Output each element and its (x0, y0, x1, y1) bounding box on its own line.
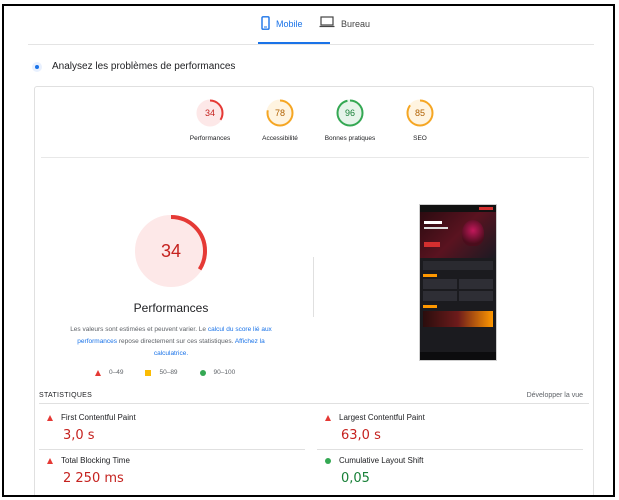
green-circle-icon (199, 369, 206, 376)
description-text-2: repose directement sur ces statistiques. (117, 338, 235, 345)
main-performance-gauge: 34 (134, 214, 208, 288)
gauge-score: 96 (344, 108, 355, 118)
sparkle-icon (32, 61, 42, 72)
thumbnail-header (420, 205, 496, 212)
tabs-divider (28, 44, 594, 45)
legend-pass-label: 90–100 (213, 369, 236, 376)
gauge-label: Accessibilité (262, 135, 298, 142)
report-card: 34 Performances 78 Accessibilité 96 Bonn… (34, 86, 594, 495)
thumbnail-section (423, 274, 437, 277)
gauge-accessibility[interactable]: 78 Accessibilité (245, 99, 315, 142)
metric-lcp: Largest Contentful Paint 63,0 s (317, 413, 547, 443)
main-score-value: 34 (160, 241, 182, 261)
legend-fail-label: 0–49 (109, 369, 124, 376)
orange-square-icon (145, 369, 152, 376)
metric-cls: Cumulative Layout Shift 0,05 (317, 456, 547, 486)
pagespeed-report: Mobile Bureau Analysez les problèmes de … (2, 4, 615, 497)
gauge-label: Performances (189, 135, 231, 142)
metric-value: 3,0 s (63, 428, 95, 443)
gauge-seo[interactable]: 85 SEO (385, 99, 455, 142)
tab-desktop-label: Bureau (341, 19, 371, 29)
legend-fail: 0–49 (95, 369, 123, 376)
red-triangle-icon (95, 369, 101, 376)
score-gauges: 34 Performances 78 Accessibilité 96 Bonn… (35, 99, 593, 159)
metric-value: 2 250 ms (63, 471, 124, 486)
metric-label: Cumulative Layout Shift (339, 456, 424, 465)
tab-desktop[interactable]: Bureau (319, 16, 370, 44)
expand-view-toggle[interactable]: Développer la vue (527, 392, 583, 399)
red-triangle-icon (47, 457, 53, 464)
thumbnail-hero (420, 212, 496, 258)
stats-divider (39, 403, 589, 404)
thumbnail-row (423, 261, 493, 270)
metric-label: Total Blocking Time (61, 456, 130, 465)
green-circle-icon (325, 457, 331, 464)
metric-value: 0,05 (341, 471, 370, 486)
score-description: Les valeurs sont estimées et peuvent var… (61, 324, 281, 360)
metric-divider (39, 449, 305, 450)
card-divider (41, 157, 589, 158)
metric-label: First Contentful Paint (61, 413, 136, 422)
stats-header: STATISTIQUES (39, 392, 93, 399)
thumbnail-section (423, 305, 437, 308)
main-score-title: Performances (133, 301, 209, 315)
thumbnail-banner (423, 311, 493, 327)
laptop-icon (319, 16, 335, 28)
device-tabs: Mobile Bureau (4, 6, 613, 45)
legend-average: 50–89 (145, 369, 178, 376)
metric-value: 63,0 s (341, 428, 381, 443)
section-heading: Analysez les problèmes de performances (32, 61, 235, 72)
metric-tbt: Total Blocking Time 2 250 ms (39, 456, 269, 486)
legend-average-label: 50–89 (159, 369, 178, 376)
gauge-score: 85 (414, 108, 425, 118)
score-legend: 0–49 50–89 90–100 (95, 369, 235, 376)
metric-label: Largest Contentful Paint (339, 413, 425, 422)
gauge-score: 78 (274, 108, 285, 118)
metric-divider (317, 449, 583, 450)
thumbnail-grid (423, 279, 493, 301)
smartphone-icon (261, 16, 270, 30)
section-title: Analysez les problèmes de performances (52, 61, 236, 72)
gauge-best-practices[interactable]: 96 Bonnes pratiques (315, 99, 385, 142)
description-text: Les valeurs sont estimées et peuvent var… (70, 326, 208, 333)
gauge-label: SEO (413, 135, 427, 142)
red-triangle-icon (47, 414, 53, 421)
gauge-score: 34 (204, 108, 215, 118)
gauge-performance[interactable]: 34 Performances (175, 99, 245, 142)
metric-fcp: First Contentful Paint 3,0 s (39, 413, 269, 443)
page-screenshot-thumbnail[interactable] (419, 204, 497, 361)
legend-pass: 90–100 (199, 369, 236, 376)
gauge-label: Bonnes pratiques (324, 135, 376, 142)
red-triangle-icon (325, 414, 331, 421)
thumbnail-nav (420, 352, 496, 360)
tab-mobile-label: Mobile (276, 19, 303, 29)
vertical-divider (313, 257, 314, 317)
